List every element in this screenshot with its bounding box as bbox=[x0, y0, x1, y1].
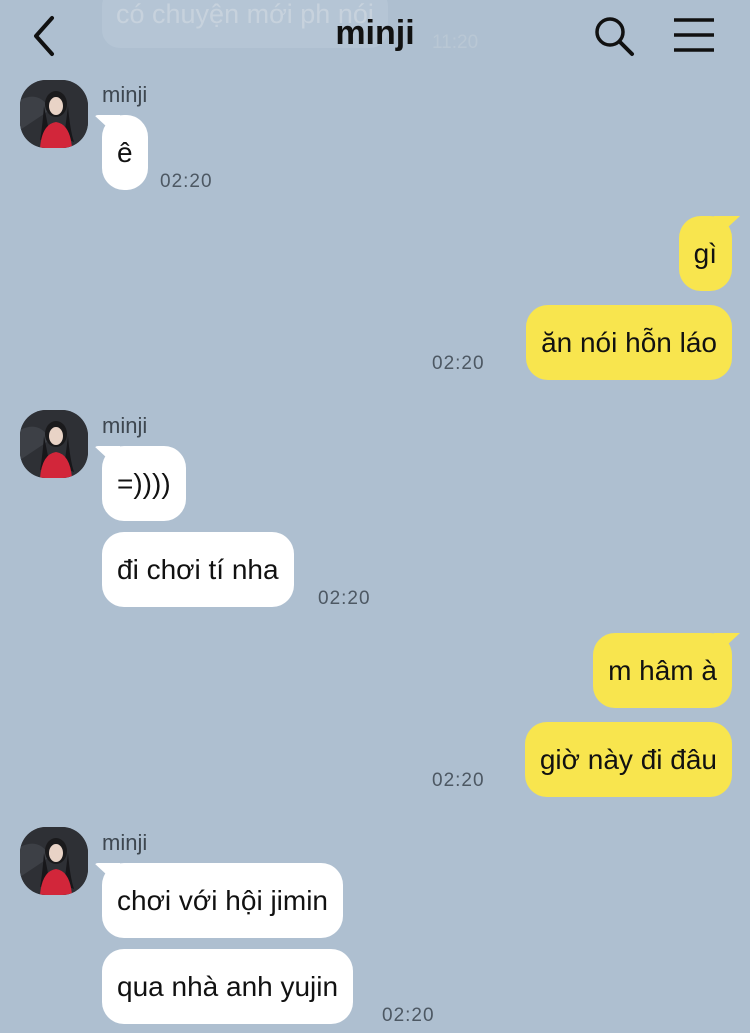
incoming-message-bubble[interactable]: chơi với hội jimin bbox=[102, 863, 343, 938]
incoming-message-bubble[interactable]: qua nhà anh yujin bbox=[102, 949, 354, 1024]
message-time: 02:20 bbox=[432, 353, 485, 374]
chat-title: minji bbox=[335, 14, 415, 52]
sender-name: minji bbox=[102, 830, 148, 855]
sender-name: minji bbox=[102, 413, 148, 438]
avatar[interactable] bbox=[20, 410, 88, 478]
incoming-message-bubble[interactable]: ê bbox=[102, 115, 148, 190]
outgoing-message-bubble[interactable]: m hâm à bbox=[593, 633, 732, 708]
message-time: 02:20 bbox=[432, 770, 485, 791]
search-icon[interactable] bbox=[592, 14, 636, 58]
sender-name: minji bbox=[102, 82, 148, 107]
outgoing-message-bubble[interactable]: giờ này đi đâu bbox=[524, 722, 732, 797]
message-time: 02:20 bbox=[160, 171, 213, 192]
incoming-message-bubble[interactable]: đi chơi tí nha bbox=[102, 532, 294, 607]
avatar[interactable] bbox=[20, 80, 88, 148]
outgoing-message-bubble[interactable]: gì bbox=[678, 216, 732, 291]
avatar[interactable] bbox=[20, 827, 88, 895]
incoming-message-bubble[interactable]: =)))) bbox=[102, 446, 186, 521]
message-time: 02:20 bbox=[318, 588, 371, 609]
outgoing-message-bubble[interactable]: ăn nói hỗn láo bbox=[526, 305, 732, 380]
message-time: 02:20 bbox=[382, 1005, 435, 1026]
hamburger-menu-icon[interactable] bbox=[672, 16, 716, 56]
